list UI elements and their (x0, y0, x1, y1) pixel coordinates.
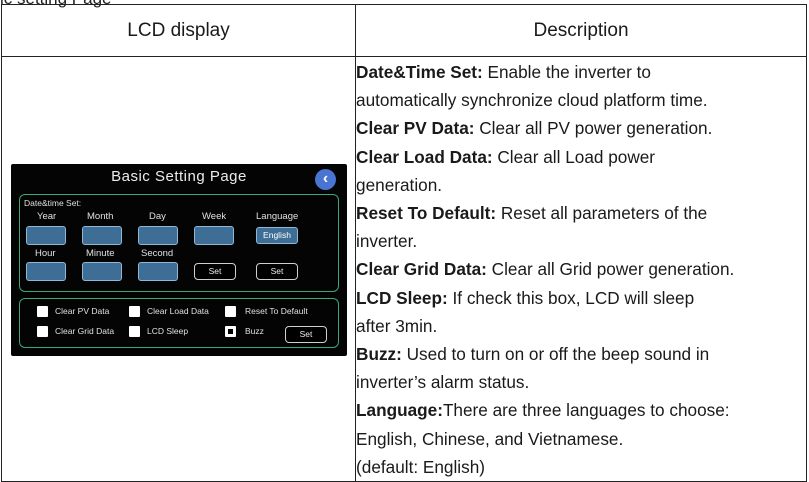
desc-datetime-line1: Enable the inverter to (482, 62, 651, 82)
header-description: Description (355, 4, 807, 57)
term-clear-load: Clear Load Data: (356, 146, 493, 167)
desc-lcd-sleep: LCD Sleep: If check this box, LCD will s… (356, 284, 806, 340)
minute-label: Minute (86, 248, 115, 259)
hour-label: Hour (35, 248, 56, 259)
lcd-screen: Basic Setting Page ‹ Date&time Set: Year… (11, 164, 347, 356)
desc-clear-load-line2: generation. (356, 174, 443, 195)
desc-clear-load: Clear Load Data: Clear all Load power gen… (356, 143, 806, 199)
clear-grid-label: Clear Grid Data (55, 326, 115, 336)
datetime-label: Date&time Set: (24, 198, 82, 208)
term-language: Language: (356, 400, 443, 421)
week-label: Week (202, 211, 227, 222)
clear-load-label: Clear Load Data (147, 306, 209, 316)
desc-buzz-line1: Used to turn on or off the beep sound in (401, 344, 710, 365)
year-label: Year (37, 211, 57, 222)
desc-clear-load-line1: Clear all Load power (492, 146, 656, 167)
settings-table: LCD display Description Basic Setting Pa… (0, 4, 807, 482)
desc-clear-grid: Clear Grid Data: Clear all Grid power ge… (356, 255, 806, 283)
clear-load-checkbox[interactable] (129, 306, 140, 317)
options-set-button[interactable]: Set (285, 326, 327, 343)
language-select[interactable]: English (256, 227, 298, 244)
day-label: Day (149, 211, 166, 222)
desc-buzz: Buzz: Used to turn on or off the beep so… (356, 340, 806, 396)
buzz-label: Buzz (245, 326, 264, 336)
description-text: Date&Time Set: Enable the inverter to aut… (356, 57, 806, 481)
lcd-title: Basic Setting Page (111, 168, 247, 185)
clear-pv-checkbox[interactable] (37, 306, 48, 317)
description-cell: Date&Time Set: Enable the inverter to aut… (355, 55, 807, 482)
second-label: Second (141, 248, 174, 259)
desc-lcd-sleep-line2: after 3min. (356, 315, 438, 336)
desc-reset: Reset To Default: Reset all parameters o… (356, 199, 806, 255)
month-label: Month (87, 211, 114, 222)
desc-clear-pv: Clear PV Data: Clear all PV power genera… (356, 114, 806, 142)
term-clear-pv: Clear PV Data: (356, 118, 475, 139)
desc-language-line2: English, Chinese, and Vietnamese. (356, 428, 624, 449)
clear-grid-checkbox[interactable] (37, 326, 48, 337)
term-reset: Reset To Default: (356, 203, 497, 224)
desc-lcd-sleep-line1: If check this box, LCD will sleep (447, 287, 695, 308)
desc-buzz-line2: inverter’s alarm status. (356, 372, 530, 393)
reset-default-checkbox[interactable] (225, 306, 236, 317)
desc-datetime-line2: automatically synchronize cloud platform… (356, 90, 708, 111)
term-datetime: Date&Time Set: (356, 62, 483, 82)
content-row: Basic Setting Page ‹ Date&time Set: Year… (0, 55, 807, 482)
datetime-set-button[interactable]: Set (194, 263, 236, 280)
header-lcd-display: LCD display (0, 4, 357, 57)
minute-field[interactable] (82, 262, 122, 281)
back-button[interactable]: ‹ (315, 169, 336, 190)
week-field[interactable] (194, 226, 234, 245)
desc-language-line1: There are three languages to choose: (442, 400, 730, 421)
desc-reset-line1: Reset all parameters of the (496, 203, 708, 224)
day-field[interactable] (138, 226, 178, 245)
language-set-button[interactable]: Set (256, 263, 298, 280)
desc-language: Language:There are three languages to ch… (356, 396, 806, 481)
desc-language-line3: (default: English) (356, 456, 486, 477)
header-row: LCD display Description (0, 4, 807, 57)
data-options-group: Clear PV Data Clear Load Data Reset To D… (19, 298, 339, 348)
term-clear-grid: Clear Grid Data: (356, 259, 487, 280)
lcd-sleep-label: LCD Sleep (147, 326, 189, 336)
desc-clear-grid-line1: Clear all Grid power generation. (486, 259, 735, 280)
year-field[interactable] (26, 226, 66, 245)
term-buzz: Buzz: (356, 344, 402, 365)
hour-field[interactable] (26, 262, 66, 281)
clear-pv-label: Clear PV Data (55, 306, 110, 316)
reset-default-label: Reset To Default (245, 306, 308, 316)
term-lcd-sleep: LCD Sleep: (356, 287, 448, 308)
desc-reset-line2: inverter. (356, 231, 418, 252)
chevron-left-icon: ‹ (322, 170, 329, 187)
desc-clear-pv-line1: Clear all PV power generation. (474, 118, 713, 139)
datetime-group: Date&time Set: Year Month Day Week Langu… (19, 194, 339, 292)
buzz-checkbox[interactable] (225, 326, 236, 337)
language-label: Language (256, 211, 299, 222)
month-field[interactable] (82, 226, 122, 245)
second-field[interactable] (138, 262, 178, 281)
lcd-sleep-checkbox[interactable] (129, 326, 140, 337)
desc-datetime: Date&Time Set: Enable the inverter to aut… (356, 58, 806, 114)
lcd-cell: Basic Setting Page ‹ Date&time Set: Year… (0, 55, 357, 482)
